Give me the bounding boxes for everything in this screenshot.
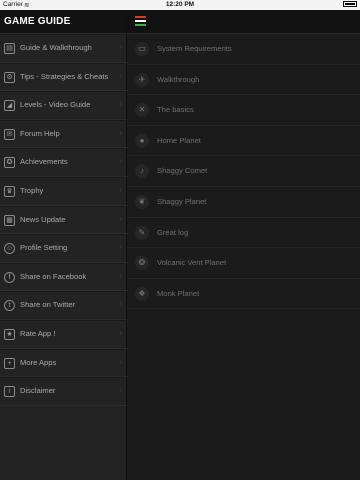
sidebar-item[interactable]: ▤ Guide & Walkthrough › (0, 34, 127, 63)
app-title: GAME GUIDE (4, 16, 71, 27)
sidebar-item-label: Tips - Strategies & Cheats (20, 71, 109, 81)
topic-list-item[interactable]: ❂ Volcanic Vent Planet (127, 248, 360, 279)
sidebar-item[interactable]: ✪ Achievements › (0, 148, 127, 177)
topic-list-item[interactable]: ❦ Shaggy Planet (127, 187, 360, 218)
topic-label: Monk Planet (157, 288, 200, 298)
status-bar: Carrier ≋ 12:20 PM (0, 0, 360, 10)
sidebar: GAME GUIDE ▤ Guide & Walkthrough › ⚙ Tips - … (0, 10, 127, 480)
chevron-right-icon: › (119, 101, 122, 109)
topic-label: Walkthrough (157, 74, 200, 84)
topic-label: Great log (157, 227, 189, 237)
user-icon: ☺ (4, 243, 15, 255)
sidebar-item[interactable]: i Disclaimer › (0, 377, 127, 406)
topic-label: System Requirements (157, 44, 232, 53)
info-icon: i (4, 386, 15, 398)
clock-label: 12:20 PM (165, 1, 195, 8)
topic-list-item[interactable]: ▭ System Requirements (127, 34, 360, 65)
topic-list: ▭ System Requirements ✈ Walkthrough ✕ The bas… (127, 34, 360, 310)
main-panel: ▭ System Requirements ✈ Walkthrough ✕ The bas… (127, 10, 360, 480)
topic-list-item[interactable]: ❖ Monk Planet (127, 279, 360, 310)
main-header (127, 10, 360, 34)
sidebar-item-label: Profile Setting (20, 243, 68, 253)
battery-icon (341, 1, 357, 8)
chevron-right-icon: › (119, 329, 122, 337)
facebook-icon: f (4, 271, 15, 283)
walker-icon: ✈ (135, 72, 149, 87)
sidebar-item-label: More Apps (20, 357, 57, 367)
sidebar-item[interactable]: ★ Rate App ! › (0, 319, 127, 349)
sidebar-item-label: Trophy (20, 185, 44, 195)
pen-icon: ✎ (135, 225, 149, 240)
menu-bar-middle (135, 20, 146, 22)
sidebar-menu: ▤ Guide & Walkthrough › ⚙ Tips - Strategies … (0, 34, 127, 406)
sidebar-item[interactable]: ✉ Forum Help › (0, 119, 127, 149)
topic-label: Shaggy Comet (157, 166, 208, 176)
menu-bar-top (135, 16, 146, 18)
topic-list-item[interactable]: ● Home Planet (127, 126, 360, 157)
sidebar-item-label: News Update (20, 214, 66, 224)
chip-icon: ⚙ (4, 71, 15, 83)
twitter-icon: t (4, 300, 15, 312)
topic-list-item[interactable]: ♪ Shaggy Comet (127, 156, 360, 187)
sidebar-item[interactable]: ☺ Profile Setting › (0, 234, 127, 263)
chevron-right-icon: › (119, 244, 122, 252)
plus-icon: + (4, 357, 15, 369)
guitar-icon: ♪ (135, 164, 149, 179)
chevron-right-icon: › (119, 215, 122, 223)
leaf-icon: ❦ (135, 194, 149, 209)
sidebar-item[interactable]: + More Apps › (0, 348, 127, 378)
sidebar-item-label: Share on Twitter (20, 300, 76, 310)
sidebar-item-label: Guide & Walkthrough (20, 43, 92, 52)
chevron-right-icon: › (119, 186, 122, 194)
sidebar-item[interactable]: f Share on Facebook › (0, 262, 127, 292)
monk-icon: ❖ (135, 286, 149, 301)
book-icon: ▤ (4, 43, 15, 54)
chevron-right-icon: › (119, 158, 122, 166)
chevron-right-icon: › (119, 129, 122, 137)
chat-icon: ✉ (4, 128, 15, 140)
topic-list-item[interactable]: ✈ Walkthrough (127, 65, 360, 96)
sidebar-item-label: Achievements (20, 157, 68, 167)
planet-icon: ● (135, 133, 149, 148)
topic-label: Volcanic Vent Planet (157, 258, 227, 268)
menu-toggle-icon[interactable] (135, 16, 146, 27)
topic-label: Home Planet (157, 135, 201, 145)
sidebar-item[interactable]: ♛ Trophy › (0, 176, 127, 206)
sidebar-item-label: Share on Facebook (20, 271, 87, 281)
chevron-right-icon: › (119, 358, 122, 366)
sidebar-item[interactable]: ⚙ Tips - Strategies & Cheats › (0, 62, 127, 92)
sidebar-item[interactable]: ▦ News Update › (0, 205, 127, 235)
trophy-icon: ♛ (4, 185, 15, 197)
menu-bar-bottom (135, 24, 146, 26)
chevron-right-icon: › (119, 301, 122, 309)
sidebar-item[interactable]: ◢ Levels - Video Guide › (0, 91, 127, 120)
chevron-right-icon: › (119, 44, 122, 51)
monitor-icon: ▭ (135, 42, 149, 56)
sidebar-item[interactable]: t Share on Twitter › (0, 291, 127, 320)
sidebar-item-label: Forum Help (20, 128, 60, 138)
news-icon: ▦ (4, 214, 15, 226)
volcano-icon: ❂ (135, 256, 149, 271)
topic-label: The basics (157, 105, 194, 115)
chevron-right-icon: › (119, 272, 122, 280)
topic-label: Shaggy Planet (157, 196, 207, 206)
medal-icon: ✪ (4, 157, 15, 169)
sidebar-item-label: Levels - Video Guide (20, 100, 91, 110)
chevron-right-icon: › (119, 72, 122, 80)
topic-list-item[interactable]: ✕ The basics (127, 95, 360, 126)
sidebar-item-label: Rate App ! (20, 328, 56, 338)
shuffle-icon: ✕ (135, 103, 149, 118)
sidebar-item-label: Disclaimer (20, 386, 56, 396)
chevron-right-icon: › (119, 387, 122, 395)
star-icon: ★ (4, 328, 15, 340)
topic-list-item[interactable]: ✎ Great log (127, 218, 360, 249)
levels-icon: ◢ (4, 100, 15, 112)
